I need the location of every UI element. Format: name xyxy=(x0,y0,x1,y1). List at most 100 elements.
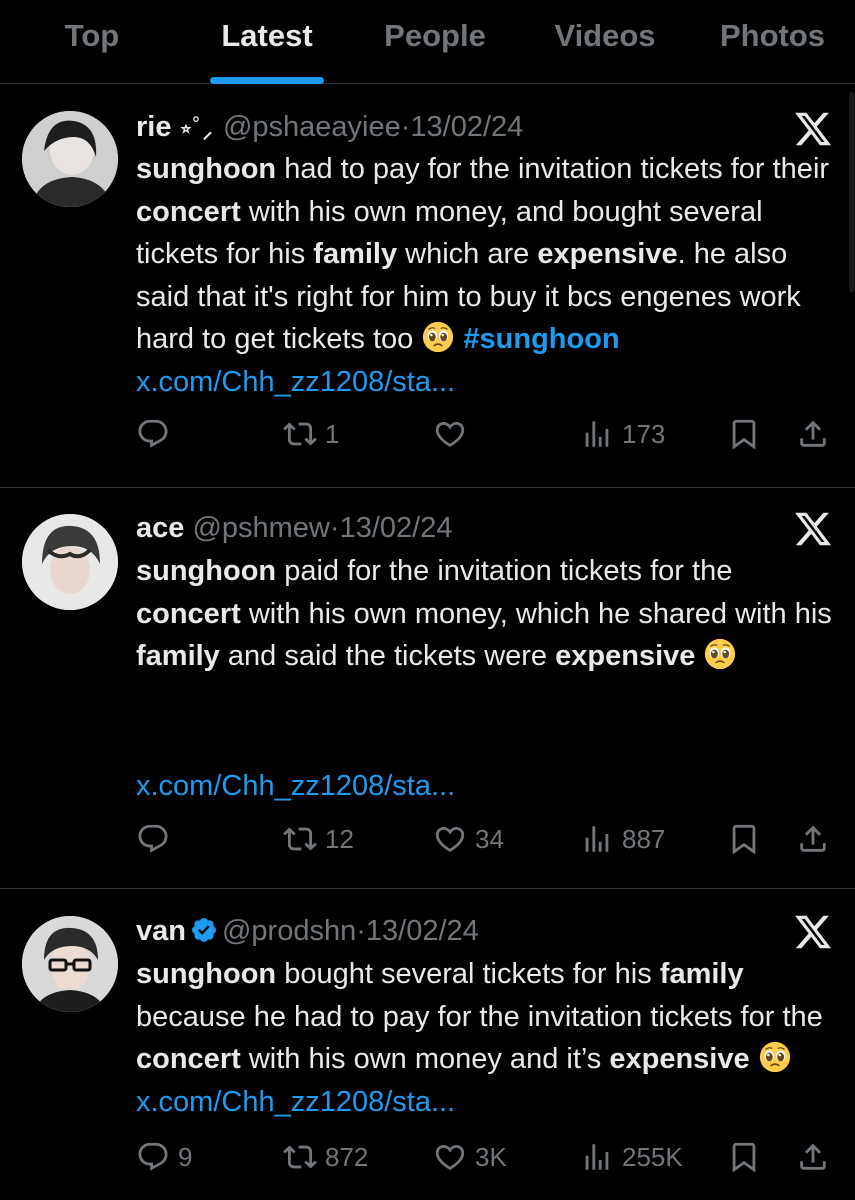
hashtag-link[interactable]: #sunghoon xyxy=(463,323,619,355)
text-span: because he had to pay for the invitation… xyxy=(136,1000,823,1033)
url-link[interactable]: x.com/Chh_zz1208/sta... xyxy=(136,770,455,802)
repost-icon xyxy=(283,822,317,856)
like-icon xyxy=(433,417,467,451)
pleading-face-emoji xyxy=(421,320,455,354)
views-count: 173 xyxy=(622,418,666,449)
search-tabs: Top Latest People Videos Photos xyxy=(0,0,855,84)
repost-count: 1 xyxy=(325,418,340,449)
bookmark-button[interactable] xyxy=(727,822,761,856)
views-icon xyxy=(580,1140,614,1174)
separator: · xyxy=(400,111,411,143)
share-icon xyxy=(796,822,830,856)
share-button[interactable] xyxy=(796,822,830,856)
tab-latest-label: Latest xyxy=(221,18,313,53)
like-button[interactable]: 3K xyxy=(433,1140,507,1174)
bold-keyword: expensive xyxy=(609,1043,750,1075)
text-span: which are xyxy=(397,238,538,270)
text-span: had to pay for the invitation tickets fo… xyxy=(276,153,830,185)
user-handle[interactable]: @prodshn xyxy=(222,915,356,947)
display-name[interactable]: van xyxy=(136,915,186,947)
share-icon xyxy=(796,417,830,451)
text-span: paid for the invitation tickets for the xyxy=(276,555,733,587)
repost-button[interactable]: 872 xyxy=(283,1140,368,1174)
repost-button[interactable]: 12 xyxy=(283,822,354,856)
tab-people-label: People xyxy=(384,18,486,53)
bold-keyword: expensive xyxy=(555,640,696,672)
tab-photos[interactable]: Photos xyxy=(690,0,855,84)
display-name[interactable]: rie xyxy=(136,111,171,143)
bookmark-icon xyxy=(727,822,761,856)
tweet-date[interactable]: 13/02/24 xyxy=(410,111,523,143)
tab-active-indicator xyxy=(210,77,324,84)
tweet[interactable]: van @prodshn·13/02/24 sunghoon bought sev… xyxy=(0,890,855,1200)
tab-top-label: Top xyxy=(64,18,120,53)
user-handle[interactable]: @pshaeayiee xyxy=(223,111,401,143)
like-icon xyxy=(433,822,467,856)
bold-keyword: expensive xyxy=(537,238,678,270)
bookmark-icon xyxy=(727,417,761,451)
reply-button[interactable] xyxy=(136,822,178,856)
tweet-header: rie ⭒˚⸝ @pshaeayiee·13/02/24 xyxy=(136,110,523,146)
tweet[interactable]: ace @pshmew·13/02/24 sunghoon paid for t… xyxy=(0,489,855,889)
tweet-date[interactable]: 13/02/24 xyxy=(366,915,479,947)
reply-icon xyxy=(136,822,170,856)
tab-latest[interactable]: Latest xyxy=(184,0,350,84)
bold-keyword: concert xyxy=(136,195,241,228)
views-icon xyxy=(580,822,614,856)
url-link[interactable]: x.com/Chh_zz1208/sta... xyxy=(136,366,455,398)
x-logo-icon[interactable] xyxy=(793,509,833,549)
tweet-header: van @prodshn·13/02/24 xyxy=(136,914,479,948)
share-button[interactable] xyxy=(796,417,830,451)
tab-videos-label: Videos xyxy=(554,18,656,53)
tab-top[interactable]: Top xyxy=(0,0,184,84)
tweet[interactable]: rie ⭒˚⸝ @pshaeayiee·13/02/24 sunghoon ha… xyxy=(0,85,855,488)
reply-count: 9 xyxy=(178,1141,193,1172)
like-button[interactable] xyxy=(433,417,475,451)
x-logo-icon[interactable] xyxy=(793,912,833,952)
tweet-header: ace @pshmew·13/02/24 xyxy=(136,511,452,545)
avatar[interactable] xyxy=(22,514,118,610)
pleading-face-emoji xyxy=(703,637,737,671)
bold-keyword: family xyxy=(313,238,398,270)
share-button[interactable] xyxy=(796,1140,830,1174)
repost-icon xyxy=(283,1140,317,1174)
tab-people[interactable]: People xyxy=(350,0,520,84)
like-icon xyxy=(433,1140,467,1174)
text-span: bought several tickets for his xyxy=(276,958,660,990)
bookmark-button[interactable] xyxy=(727,417,761,451)
url-link[interactable]: x.com/Chh_zz1208/sta... xyxy=(136,1086,455,1118)
tweet-text: sunghoon had to pay for the invitation t… xyxy=(136,148,836,403)
repost-icon xyxy=(283,417,317,451)
like-button[interactable]: 34 xyxy=(433,822,504,856)
avatar[interactable] xyxy=(22,916,118,1012)
bold-keyword: sunghoon xyxy=(136,153,277,185)
tweet-date[interactable]: 13/02/24 xyxy=(340,512,453,544)
avatar[interactable] xyxy=(22,111,118,207)
action-bar: 12 34 887 xyxy=(0,822,855,862)
repost-count: 872 xyxy=(325,1141,369,1172)
display-name[interactable]: ace xyxy=(136,512,184,544)
bold-keyword: family xyxy=(136,640,220,672)
repost-count: 12 xyxy=(325,823,354,854)
views-button[interactable]: 887 xyxy=(580,822,665,856)
tab-videos[interactable]: Videos xyxy=(520,0,690,84)
views-button[interactable]: 255K xyxy=(580,1140,683,1174)
separator: · xyxy=(356,915,366,947)
user-handle[interactable]: @pshmew xyxy=(192,512,329,544)
like-count: 34 xyxy=(475,823,504,854)
text-span: with his own money and it’s xyxy=(240,1043,610,1075)
share-icon xyxy=(796,1140,830,1174)
views-button[interactable]: 173 xyxy=(580,417,665,451)
text-span: with his own money, which he shared with… xyxy=(240,597,832,630)
bold-keyword: concert xyxy=(136,1043,241,1075)
bold-keyword: sunghoon xyxy=(136,555,277,587)
bold-keyword: family xyxy=(659,958,744,990)
repost-button[interactable]: 1 xyxy=(283,417,339,451)
bookmark-button[interactable] xyxy=(727,1140,761,1174)
name-decoration: ⭒˚⸝ xyxy=(179,115,215,142)
reply-button[interactable]: 9 xyxy=(136,1140,192,1174)
bookmark-icon xyxy=(727,1140,761,1174)
x-logo-icon[interactable] xyxy=(793,109,833,149)
like-count: 3K xyxy=(475,1141,507,1172)
reply-button[interactable] xyxy=(136,417,178,451)
